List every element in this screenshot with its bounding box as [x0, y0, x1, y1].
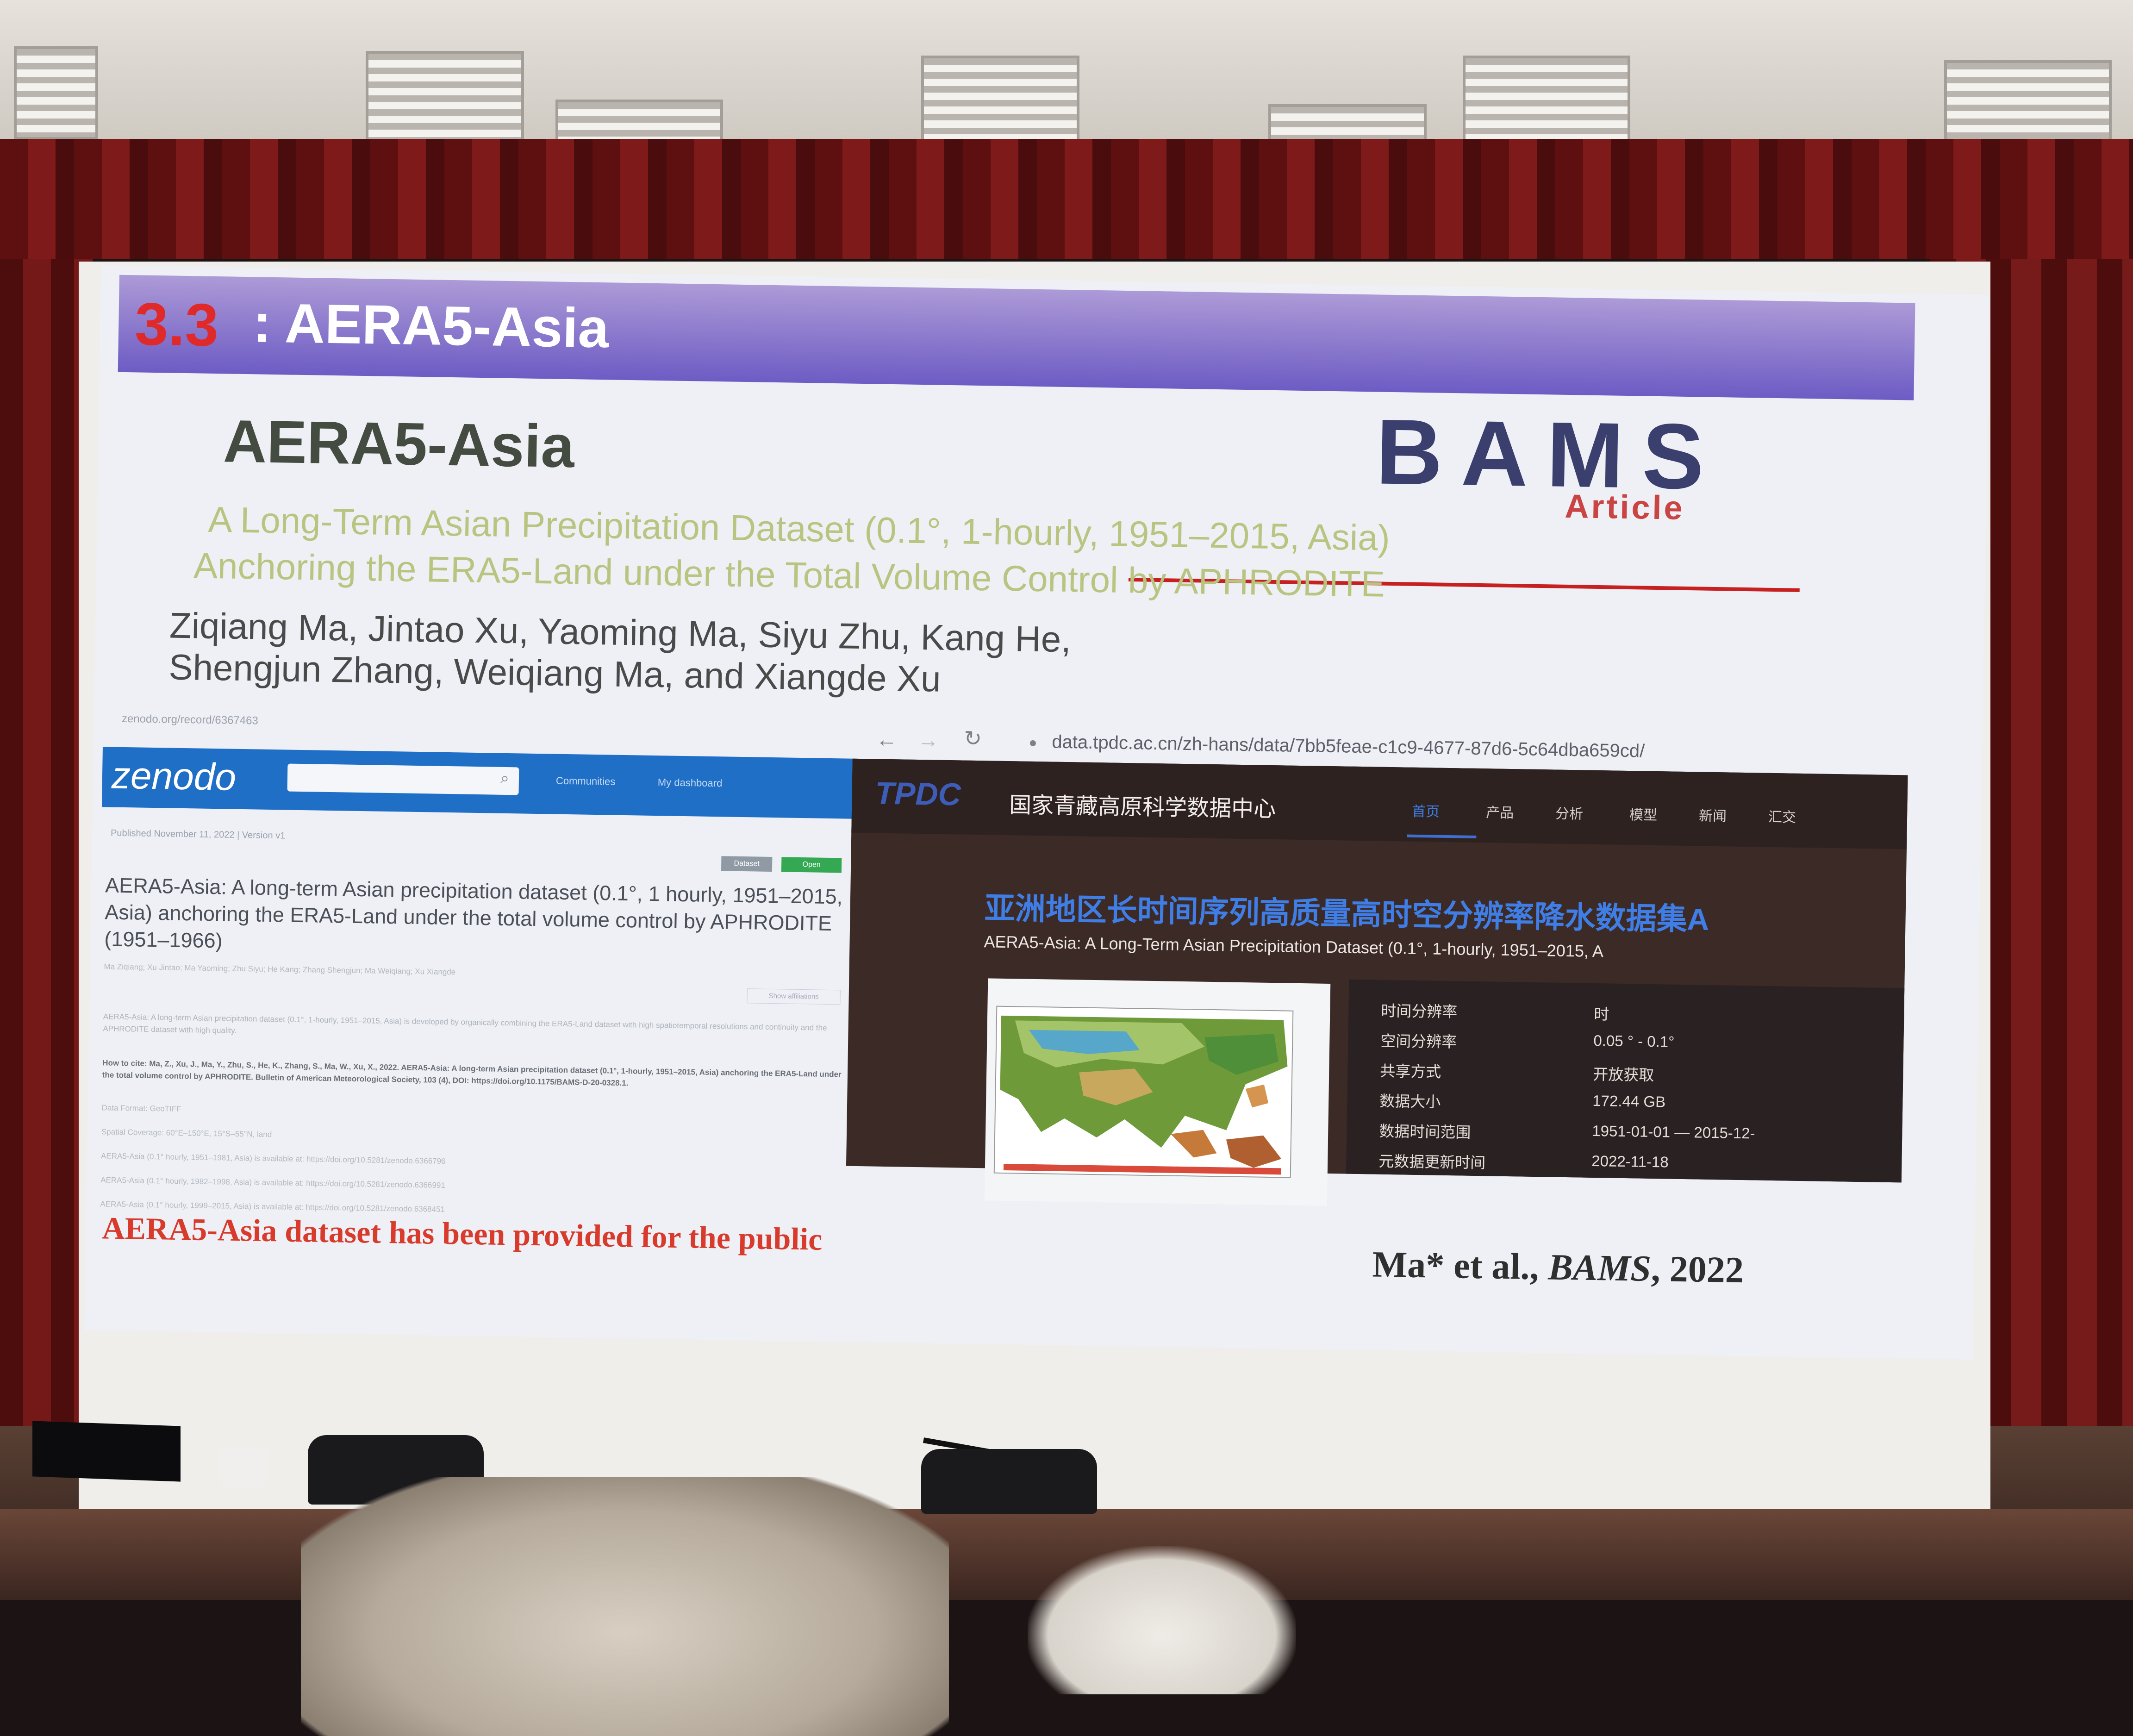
zenodo-nav-communities[interactable]: Communities	[556, 775, 616, 788]
bams-article-label: Article	[1564, 487, 1685, 527]
ceiling-vent	[921, 56, 1079, 149]
citation-journal: BAMS	[1547, 1247, 1652, 1289]
open-access-badge: Open	[781, 857, 842, 873]
reload-icon[interactable]: ↻	[964, 726, 982, 751]
slide: 3.3 : AERA5-Asia AERA5-Asia BAMS Article…	[84, 265, 1990, 1360]
tpdc-nav-submit[interactable]: 汇交	[1768, 806, 1796, 826]
meta-value-time-range: 1951-01-01 — 2015-12-	[1592, 1122, 1755, 1142]
audience-head	[301, 1477, 949, 1736]
zenodo-published-date: Published November 11, 2022 | Version v1	[110, 828, 286, 841]
slide-citation: Ma* et al., BAMS, 2022	[1372, 1244, 1744, 1292]
tpdc-nav-news[interactable]: 新闻	[1699, 804, 1727, 825]
precipitation-map-thumbnail	[984, 978, 1331, 1206]
meta-value-temporal-resolution: 时	[1594, 1005, 1609, 1023]
browser-address-bar[interactable]: data.tpdc.ac.cn/zh-hans/data/7bb5feae-c1…	[1052, 731, 1645, 762]
meta-key-spatial-resolution: 空间分辨率	[1380, 1032, 1457, 1051]
meta-key-sharing: 共享方式	[1380, 1062, 1441, 1080]
zenodo-url: zenodo.org/record/6367463	[121, 712, 259, 727]
tpdc-nav-products[interactable]: 产品	[1486, 801, 1514, 822]
zenodo-logo: zenodo	[111, 754, 237, 799]
meta-value-spatial-resolution: 0.05 ° - 0.1°	[1593, 1031, 1675, 1050]
ceiling-vent	[14, 46, 98, 140]
tpdc-nav-home[interactable]: 首页	[1412, 800, 1440, 821]
zenodo-search-input[interactable]	[287, 763, 519, 795]
laptop	[32, 1421, 181, 1482]
meta-key-data-size: 数据大小	[1379, 1092, 1441, 1111]
meta-value-metadata-updated: 2022-11-18	[1591, 1152, 1669, 1171]
zenodo-meta-line[interactable]: AERA5-Asia (0.1° hourly, 1951–1981, Asia…	[101, 1151, 842, 1172]
tpdc-logo[interactable]: TPDC	[875, 775, 961, 813]
show-affiliations-button[interactable]: Show affiliations	[747, 988, 841, 1005]
zenodo-record-title: AERA5-Asia: A long-term Asian precipitat…	[104, 873, 843, 953]
mug	[218, 1447, 268, 1488]
zenodo-meta-line: Data Format: GeoTIFF	[101, 1103, 181, 1114]
ceiling-vent	[1463, 56, 1630, 149]
zenodo-citation: How to cite: Ma, Z., Xu, J., Ma, Y., Zhu…	[102, 1058, 842, 1088]
citation-year: , 2022	[1651, 1248, 1744, 1291]
ceiling-vent	[1268, 104, 1427, 142]
asia-map	[993, 1005, 1294, 1178]
paper-title: AERA5-Asia	[223, 407, 575, 481]
citation-author: Ma* et al.,	[1372, 1244, 1549, 1288]
search-icon[interactable]: ⌕	[500, 769, 510, 787]
curtain-valance	[0, 139, 2133, 259]
section-number: 3.3	[134, 290, 219, 359]
zenodo-authors[interactable]: Ma Ziqiang; Xu Jintao; Ma Yaoming; Zhu S…	[104, 962, 659, 980]
zenodo-meta-line: Spatial Coverage: 60°E–150°E, 15°S–55°N,…	[101, 1127, 272, 1139]
zenodo-meta-line[interactable]: AERA5-Asia (0.1° hourly, 1982–1998, Asia…	[100, 1175, 841, 1196]
dataset-badge: Dataset	[721, 856, 773, 872]
meta-key-time-range: 数据时间范围	[1378, 1122, 1471, 1141]
ceiling	[0, 0, 2133, 154]
tpdc-nav-models[interactable]: 模型	[1629, 803, 1658, 824]
ceiling-vent	[555, 100, 723, 142]
meta-key-temporal-resolution: 时间分辨率	[1381, 1002, 1458, 1021]
audience-head	[1028, 1546, 1296, 1694]
zenodo-nav-dashboard[interactable]: My dashboard	[658, 776, 723, 789]
tpdc-site-name: 国家青藏高原科学数据中心	[1009, 793, 1276, 822]
meta-value-sharing: 开放获取	[1592, 1065, 1654, 1084]
ceiling-vent	[366, 51, 524, 144]
meta-key-metadata-updated: 元数据更新时间	[1378, 1152, 1486, 1172]
meta-value-data-size: 172.44 GB	[1592, 1092, 1666, 1111]
back-arrow-icon[interactable]: ←	[876, 727, 898, 752]
zenodo-abstract: AERA5-Asia: A long-term Asian precipitat…	[103, 1012, 827, 1035]
lock-icon: ●	[1029, 735, 1037, 750]
slide-title: : AERA5-Asia	[252, 292, 610, 360]
forward-arrow-icon[interactable]: →	[917, 727, 939, 753]
tpdc-nav-analysis[interactable]: 分析	[1555, 802, 1584, 823]
